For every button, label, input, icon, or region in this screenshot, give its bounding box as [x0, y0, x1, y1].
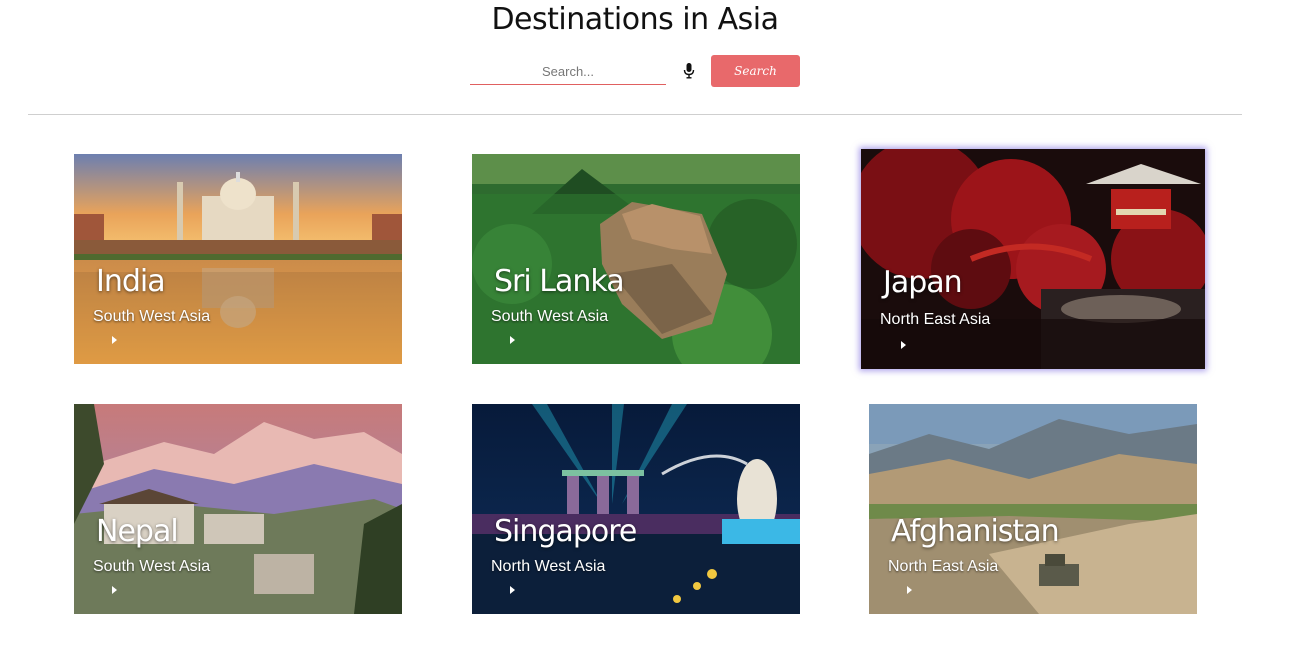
destination-card-afghanistan[interactable]: Afghanistan North East Asia [869, 404, 1197, 614]
afghanistan-image [869, 404, 1197, 614]
search-bar: Search [470, 55, 800, 87]
card-title: India [96, 264, 166, 299]
card-title: Sri Lanka [494, 264, 625, 299]
sri-lanka-image [472, 154, 800, 364]
divider [28, 114, 1242, 115]
destination-card-japan[interactable]: Japan North East Asia [861, 149, 1205, 369]
play-icon[interactable] [510, 336, 515, 344]
play-icon[interactable] [112, 586, 117, 594]
japan-image [861, 149, 1205, 369]
destination-card-india[interactable]: India South West Asia [74, 154, 402, 364]
destination-card-sri-lanka[interactable]: Sri Lanka South West Asia [472, 154, 800, 364]
card-title: Japan [883, 265, 963, 300]
singapore-image [472, 404, 800, 614]
play-icon[interactable] [901, 341, 906, 349]
card-title: Singapore [494, 514, 637, 549]
page-title: Destinations in Asia [491, 2, 779, 37]
microphone-icon[interactable] [682, 62, 696, 80]
india-image [74, 154, 402, 364]
nepal-image [74, 404, 402, 614]
card-title: Nepal [96, 514, 179, 549]
card-subtitle: North East Asia [880, 311, 991, 328]
card-title: Afghanistan [891, 514, 1060, 549]
destination-card-nepal[interactable]: Nepal South West Asia [74, 404, 402, 614]
play-icon[interactable] [112, 336, 117, 344]
card-subtitle: North West Asia [491, 558, 606, 575]
play-icon[interactable] [510, 586, 515, 594]
card-subtitle: South West Asia [93, 308, 211, 325]
card-subtitle: North East Asia [888, 558, 999, 575]
card-subtitle: South West Asia [93, 558, 211, 575]
destination-card-singapore[interactable]: Singapore North West Asia [472, 404, 800, 614]
play-icon[interactable] [907, 586, 912, 594]
search-button[interactable]: Search [711, 55, 800, 87]
card-subtitle: South West Asia [491, 308, 609, 325]
search-input[interactable] [470, 58, 666, 85]
